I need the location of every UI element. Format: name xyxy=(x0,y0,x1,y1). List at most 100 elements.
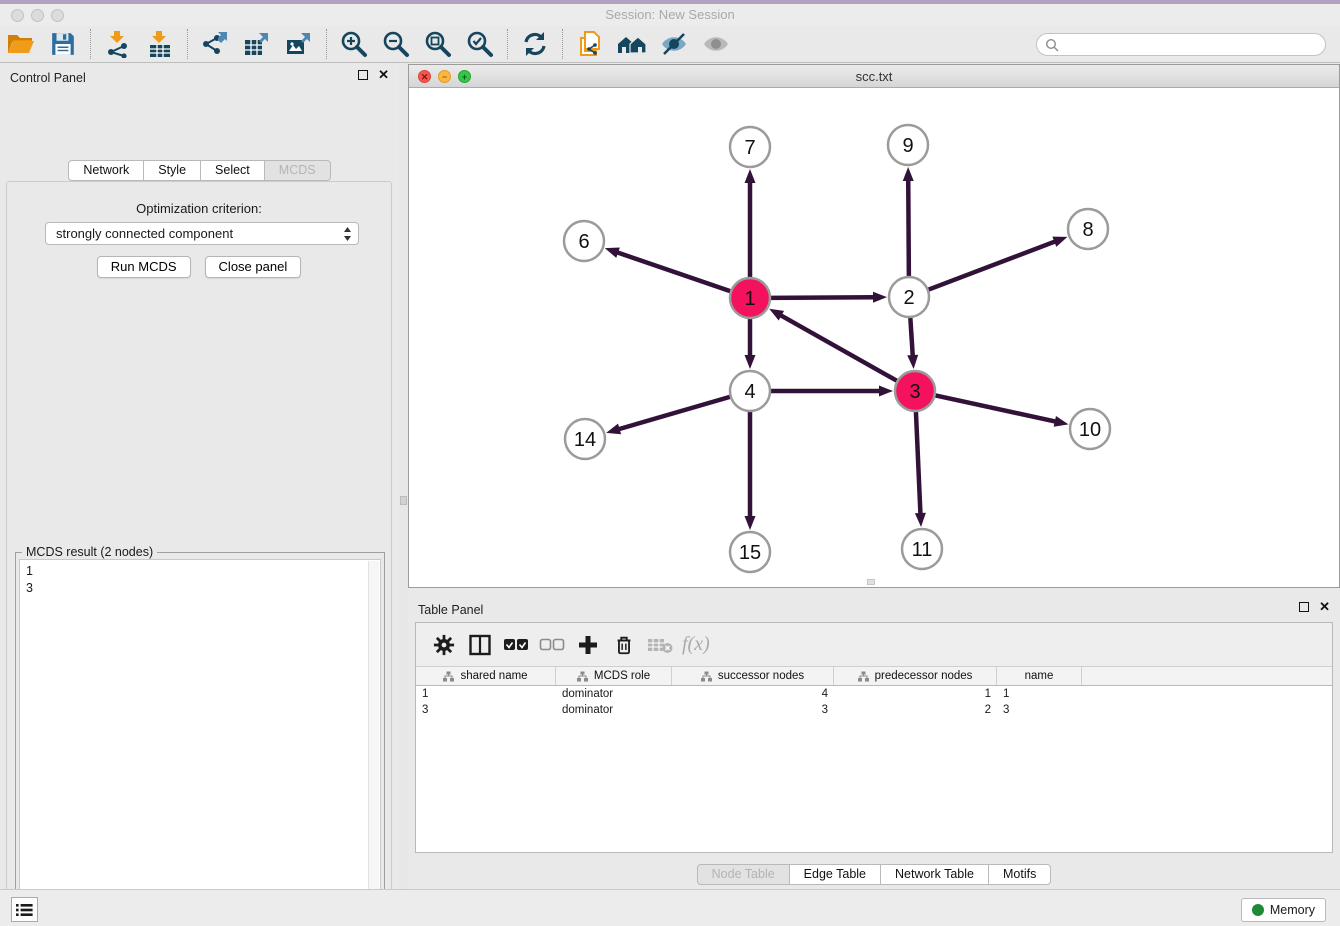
delete-row-trash-icon[interactable] xyxy=(606,628,642,662)
column-header-mcds-role[interactable]: MCDS role xyxy=(556,667,672,685)
close-panel-button[interactable]: Close panel xyxy=(205,256,302,278)
zoom-selected-icon[interactable] xyxy=(463,29,497,59)
close-panel-icon[interactable]: ✕ xyxy=(378,70,389,80)
close-panel-icon[interactable]: ✕ xyxy=(1319,602,1330,612)
zoom-in-icon[interactable] xyxy=(337,29,371,59)
graph-edge[interactable] xyxy=(616,252,730,291)
add-row-icon[interactable] xyxy=(570,628,606,662)
run-mcds-button[interactable]: Run MCDS xyxy=(97,256,191,278)
search-icon xyxy=(1045,38,1059,52)
cell-mcds-role[interactable]: dominator xyxy=(556,688,672,700)
open-session-icon[interactable] xyxy=(4,29,38,59)
graph-node-label: 9 xyxy=(902,135,913,157)
hierarchy-icon xyxy=(577,671,588,682)
graph-edge[interactable] xyxy=(780,315,897,381)
column-header-successor-nodes[interactable]: successor nodes xyxy=(672,667,834,685)
graph-edge[interactable] xyxy=(771,297,875,298)
result-scrollbar[interactable] xyxy=(368,561,379,926)
column-header-predecessor-nodes[interactable]: predecessor nodes xyxy=(834,667,997,685)
graph-node-label: 1 xyxy=(744,288,755,310)
graph-edge[interactable] xyxy=(908,179,909,276)
cell-predecessor-nodes[interactable]: 1 xyxy=(834,688,997,700)
table-toolbar: f(x) xyxy=(416,623,1332,667)
edge-arrowhead-icon xyxy=(879,386,893,397)
hierarchy-icon xyxy=(443,671,454,682)
tab-mcds[interactable]: MCDS xyxy=(265,160,331,181)
tab-network[interactable]: Network xyxy=(68,160,144,181)
cell-shared-name[interactable]: 1 xyxy=(416,688,556,700)
graph-edge[interactable] xyxy=(910,318,912,357)
export-network-icon[interactable] xyxy=(198,29,232,59)
delete-table-icon xyxy=(642,628,678,662)
node-table-header: shared name MCDS role successor nodes pr… xyxy=(416,667,1332,686)
window-title: Session: New Session xyxy=(0,7,1340,22)
network-resize-handle[interactable] xyxy=(867,579,875,585)
criterion-selected-value: strongly connected component xyxy=(56,226,343,241)
graph-edge[interactable] xyxy=(929,241,1057,289)
cell-name[interactable]: 1 xyxy=(997,688,1082,700)
import-table-icon[interactable] xyxy=(143,29,177,59)
refresh-icon[interactable] xyxy=(518,29,552,59)
graph-edge[interactable] xyxy=(618,397,730,430)
memory-button[interactable]: Memory xyxy=(1241,898,1326,922)
export-table-icon[interactable] xyxy=(240,29,274,59)
graph-edge[interactable] xyxy=(916,412,921,515)
clone-network-icon[interactable] xyxy=(573,29,607,59)
optimization-criterion-label: Optimization criterion: xyxy=(7,201,391,216)
cell-shared-name[interactable]: 3 xyxy=(416,704,556,716)
zoom-out-icon[interactable] xyxy=(379,29,413,59)
graph-node-label: 8 xyxy=(1082,219,1093,241)
search-input[interactable] xyxy=(1064,36,1325,54)
table-panel-box: f(x) shared name MCDS role successor nod… xyxy=(415,622,1333,853)
cell-successor-nodes[interactable]: 3 xyxy=(672,704,834,716)
save-session-icon[interactable] xyxy=(46,29,80,59)
tab-edge-table[interactable]: Edge Table xyxy=(790,864,881,885)
vertical-splitter[interactable] xyxy=(399,63,408,889)
show-all-eye-icon xyxy=(699,29,733,59)
apply-function-icon: f(x) xyxy=(682,633,710,656)
control-panel-title: Control Panel xyxy=(10,71,86,85)
select-all-checkboxes-icon[interactable] xyxy=(498,628,534,662)
table-panel-header: Table Panel ✕ xyxy=(408,595,1340,623)
zoom-fit-icon[interactable] xyxy=(421,29,455,59)
graph-node-label: 6 xyxy=(578,231,589,253)
mcds-result-list[interactable]: 1 3 xyxy=(19,559,381,926)
hide-selected-eye-icon[interactable] xyxy=(657,29,691,59)
criterion-select[interactable]: strongly connected component xyxy=(45,222,359,245)
import-network-icon[interactable] xyxy=(101,29,135,59)
cell-predecessor-nodes[interactable]: 2 xyxy=(834,704,997,716)
mcds-result-item[interactable]: 1 xyxy=(26,563,380,580)
tab-select[interactable]: Select xyxy=(201,160,265,181)
float-panel-icon[interactable] xyxy=(358,70,368,80)
search-field[interactable] xyxy=(1036,33,1326,56)
network-canvas[interactable]: 7968124314101511 xyxy=(409,88,1339,587)
toolbar-separator xyxy=(326,29,327,59)
cell-mcds-role[interactable]: dominator xyxy=(556,704,672,716)
cell-name[interactable]: 3 xyxy=(997,704,1082,716)
task-history-button[interactable] xyxy=(11,897,38,922)
tab-node-table[interactable]: Node Table xyxy=(697,864,790,885)
splitter-handle[interactable] xyxy=(400,496,407,505)
mcds-panel: Optimization criterion: strongly connect… xyxy=(6,181,392,926)
table-row[interactable]: 1 dominator 4 1 1 xyxy=(416,686,1332,702)
first-neighbors-icon[interactable] xyxy=(615,29,649,59)
unselect-all-checkboxes-icon[interactable] xyxy=(534,628,570,662)
column-header-shared-name[interactable]: shared name xyxy=(416,667,556,685)
control-panel: Control Panel ✕ Network Style Select MCD… xyxy=(0,63,399,889)
insert-column-icon[interactable] xyxy=(462,628,498,662)
graph-edge[interactable] xyxy=(936,395,1057,421)
tab-motifs[interactable]: Motifs xyxy=(989,864,1051,885)
tab-network-table[interactable]: Network Table xyxy=(881,864,989,885)
edge-arrowhead-icon xyxy=(873,292,887,303)
mcds-result-item[interactable]: 3 xyxy=(26,580,380,597)
edge-arrowhead-icon xyxy=(903,167,914,181)
table-row[interactable]: 3 dominator 3 2 3 xyxy=(416,702,1332,718)
cell-successor-nodes[interactable]: 4 xyxy=(672,688,834,700)
float-panel-icon[interactable] xyxy=(1299,602,1309,612)
export-image-icon[interactable] xyxy=(282,29,316,59)
column-header-name[interactable]: name xyxy=(997,667,1082,685)
network-frame-titlebar[interactable]: ✕ − + scc.txt xyxy=(409,65,1339,88)
graph-node-label: 11 xyxy=(912,539,933,561)
table-settings-gear-icon[interactable] xyxy=(426,628,462,662)
tab-style[interactable]: Style xyxy=(144,160,201,181)
